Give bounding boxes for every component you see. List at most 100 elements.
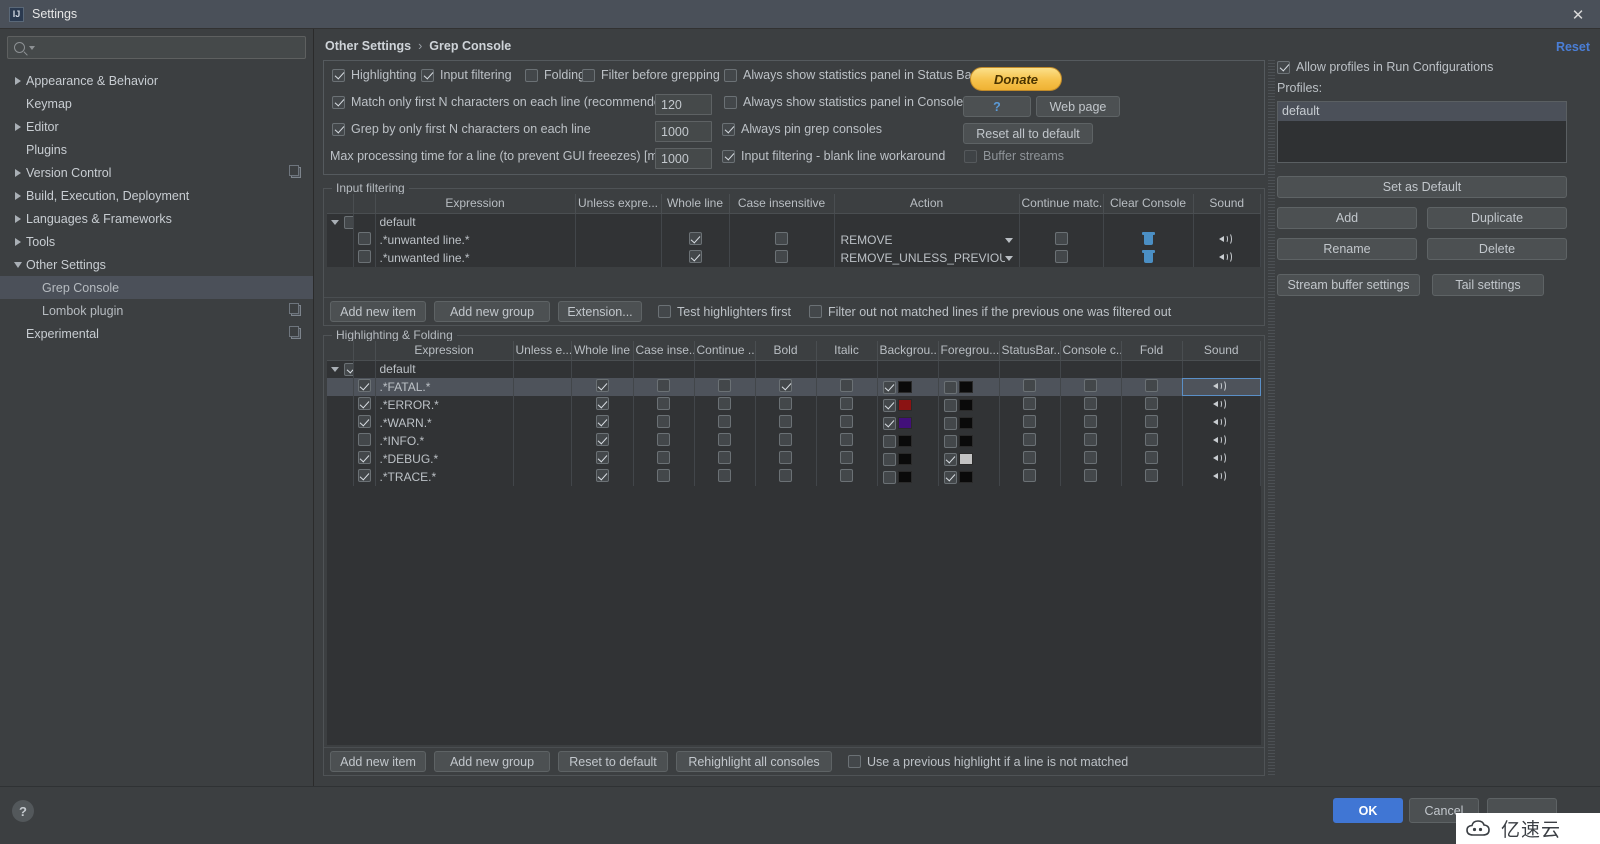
speaker-icon[interactable] <box>1213 433 1229 446</box>
hl-row-continue-matching[interactable] <box>694 450 756 468</box>
if-row-action[interactable]: REMOVE <box>834 231 1020 249</box>
checked-checkbox[interactable] <box>344 362 352 376</box>
help-icon[interactable]: ? <box>12 800 34 822</box>
hl-column-header-14[interactable]: Sound <box>1182 341 1261 361</box>
reset-all-to-default-button[interactable]: Reset all to default <box>963 123 1093 144</box>
unchecked-checkbox[interactable] <box>1084 451 1097 464</box>
hl-table-row[interactable]: .*DEBUG.* <box>327 450 1261 468</box>
hl-row-enabled[interactable] <box>353 468 376 486</box>
tail-settings-button[interactable]: Tail settings <box>1432 274 1544 296</box>
hl-row-italic[interactable] <box>816 450 878 468</box>
trash-icon[interactable] <box>1141 250 1155 263</box>
highlighting-table[interactable]: Expression Unless e... Whole line Case inse… <box>327 341 1261 486</box>
hl-table-row[interactable]: .*TRACE.* <box>327 468 1261 486</box>
option-folding[interactable]: Folding <box>525 68 585 82</box>
option-buffer-streams[interactable]: Buffer streams <box>964 149 1064 163</box>
hl-row-whole-line[interactable] <box>571 432 634 450</box>
sidebar-item-grep-console[interactable]: Grep Console <box>0 276 313 299</box>
speaker-icon[interactable] <box>1213 379 1229 392</box>
checked-checkbox[interactable] <box>357 379 371 392</box>
hl-row-fold[interactable] <box>1121 468 1183 486</box>
grep-first-n-checkbox[interactable] <box>332 122 345 136</box>
if-column-header-8[interactable]: Clear Console <box>1103 194 1194 214</box>
highlighting-checkbox[interactable] <box>332 68 345 82</box>
close-icon[interactable]: ✕ <box>1556 0 1600 29</box>
checked-checkbox[interactable] <box>357 451 371 464</box>
speaker-icon[interactable] <box>1218 232 1235 245</box>
unchecked-checkbox[interactable] <box>1023 379 1036 392</box>
if-row-continue-matching[interactable] <box>1019 249 1104 267</box>
if-row-clear-console[interactable] <box>1103 249 1194 267</box>
unchecked-checkbox[interactable] <box>657 469 670 482</box>
hl-column-header-1[interactable] <box>353 341 376 361</box>
if-row-expression[interactable]: .*unwanted line.* <box>375 231 576 249</box>
hl-row-italic[interactable] <box>816 468 878 486</box>
hl-column-header-7[interactable]: Bold <box>755 341 817 361</box>
checked-checkbox[interactable] <box>779 379 792 392</box>
set-as-default-button[interactable]: Set as Default <box>1277 176 1567 198</box>
if-column-header-3[interactable]: Unless expre... <box>575 194 662 214</box>
chevron-down-icon[interactable] <box>331 219 339 225</box>
blank-line-workaround-checkbox[interactable] <box>722 149 735 163</box>
if-column-header-5[interactable]: Case insensitive <box>729 194 835 214</box>
unchecked-checkbox[interactable] <box>1145 379 1158 392</box>
unchecked-checkbox[interactable] <box>943 434 957 448</box>
hl-use-previous-highlight[interactable]: Use a previous highlight if a line is no… <box>848 755 1128 769</box>
hl-row-sound[interactable] <box>1182 396 1261 414</box>
hl-row-continue-matching[interactable] <box>694 432 756 450</box>
stats-status-bar-checkbox[interactable] <box>724 68 737 82</box>
hl-column-header-10[interactable]: Foregrou... <box>938 341 1000 361</box>
hl-column-header-12[interactable]: Console c... <box>1060 341 1122 361</box>
if-column-header-6[interactable]: Action <box>834 194 1020 214</box>
hl-column-header-11[interactable]: StatusBar... <box>999 341 1061 361</box>
grep-first-n-input[interactable] <box>655 121 712 142</box>
hl-row-expression[interactable]: .*FATAL.* <box>375 378 514 396</box>
hl-rehighlight-all-button[interactable]: Rehighlight all consoles <box>676 751 832 772</box>
if-extension-button[interactable]: Extension... <box>558 301 642 322</box>
unchecked-checkbox[interactable] <box>1145 415 1158 428</box>
hl-table-row[interactable]: .*FATAL.* <box>327 378 1261 396</box>
unchecked-checkbox[interactable] <box>840 451 853 464</box>
profiles-list[interactable]: default <box>1277 101 1567 163</box>
speaker-icon[interactable] <box>1213 397 1229 410</box>
sidebar-item-keymap[interactable]: Keymap <box>0 92 313 115</box>
unchecked-checkbox[interactable] <box>779 397 792 410</box>
chevron-down-icon[interactable] <box>1004 237 1013 243</box>
hl-column-header-2[interactable]: Expression <box>375 341 514 361</box>
unchecked-checkbox[interactable] <box>344 215 352 229</box>
sidebar-item-other-settings[interactable]: Other Settings <box>0 253 313 276</box>
unchecked-checkbox[interactable] <box>1084 379 1097 392</box>
hl-row-statusbar[interactable] <box>999 378 1061 396</box>
option-highlighting[interactable]: Highlighting <box>332 68 416 82</box>
if-group-expander[interactable] <box>327 213 354 231</box>
unchecked-checkbox[interactable] <box>657 451 670 464</box>
if-row-sound[interactable] <box>1193 231 1261 249</box>
hl-column-header-8[interactable]: Italic <box>816 341 878 361</box>
hl-row-expression[interactable]: .*WARN.* <box>375 414 514 432</box>
color-swatch[interactable] <box>958 435 973 447</box>
unchecked-checkbox[interactable] <box>779 469 792 482</box>
hl-row-enabled[interactable] <box>353 450 376 468</box>
if-row-action[interactable]: REMOVE_UNLESS_PREVIOUS... <box>834 249 1020 267</box>
unchecked-checkbox[interactable] <box>1054 232 1068 245</box>
rename-profile-button[interactable]: Rename <box>1277 238 1417 260</box>
hl-row-foreground[interactable] <box>938 396 1000 414</box>
hl-row-fold[interactable] <box>1121 378 1183 396</box>
option-filter-before-grepping[interactable]: Filter before grepping <box>582 68 720 82</box>
unchecked-checkbox[interactable] <box>1145 469 1158 482</box>
color-swatch[interactable] <box>958 471 973 483</box>
color-swatch[interactable] <box>897 381 912 393</box>
chevron-right-icon[interactable] <box>10 168 26 177</box>
if-add-new-item-button[interactable]: Add new item <box>330 301 426 322</box>
donate-button[interactable]: Donate <box>970 67 1062 91</box>
if-row-unless-expression[interactable] <box>575 231 662 249</box>
hl-column-header-5[interactable]: Case inse... <box>633 341 695 361</box>
speaker-icon[interactable] <box>1218 250 1235 263</box>
hl-row-background[interactable] <box>877 396 939 414</box>
hl-row-continue-matching[interactable] <box>694 396 756 414</box>
unchecked-checkbox[interactable] <box>943 380 957 394</box>
if-column-header-1[interactable] <box>353 194 376 214</box>
unchecked-checkbox[interactable] <box>1023 469 1036 482</box>
if-filter-out-not-matched[interactable]: Filter out not matched lines if the prev… <box>808 305 1171 319</box>
hl-row-statusbar[interactable] <box>999 432 1061 450</box>
